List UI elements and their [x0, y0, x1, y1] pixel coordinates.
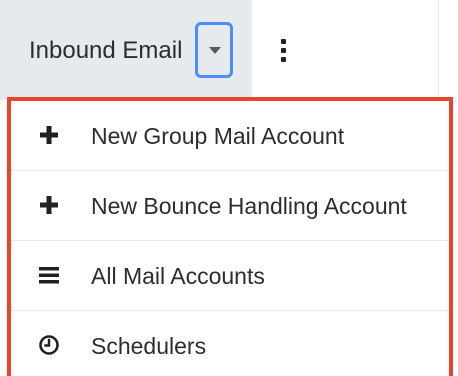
menu-item-new-group-mail-account[interactable]: New Group Mail Account [11, 101, 449, 171]
menu-item-new-bounce-handling-account[interactable]: New Bounce Handling Account [11, 171, 449, 241]
menu-item-label: New Bounce Handling Account [91, 193, 407, 219]
plus-icon [37, 123, 61, 147]
clock-icon [37, 333, 61, 357]
menu-item-label: Schedulers [91, 333, 207, 359]
list-icon [37, 263, 61, 287]
divider [438, 0, 439, 100]
menu-item-schedulers[interactable]: Schedulers [11, 311, 449, 376]
plus-icon [37, 193, 61, 217]
menu-item-label: New Group Mail Account [91, 123, 345, 149]
module-dropdown-menu: New Group Mail Account New Bounce Handli… [7, 97, 453, 376]
menu-item-all-mail-accounts[interactable]: All Mail Accounts [11, 241, 449, 311]
more-actions-button[interactable] [272, 36, 296, 66]
page: Inbound Email New Group Mail Account New… [0, 0, 458, 376]
module-tab-label[interactable]: Inbound Email [29, 37, 182, 65]
module-tab-inbound-email[interactable]: Inbound Email [0, 0, 252, 100]
module-menu-toggle-button[interactable] [195, 22, 233, 78]
menu-item-label: All Mail Accounts [91, 263, 265, 289]
caret-down-icon [209, 47, 221, 54]
module-header: Inbound Email [0, 0, 458, 100]
